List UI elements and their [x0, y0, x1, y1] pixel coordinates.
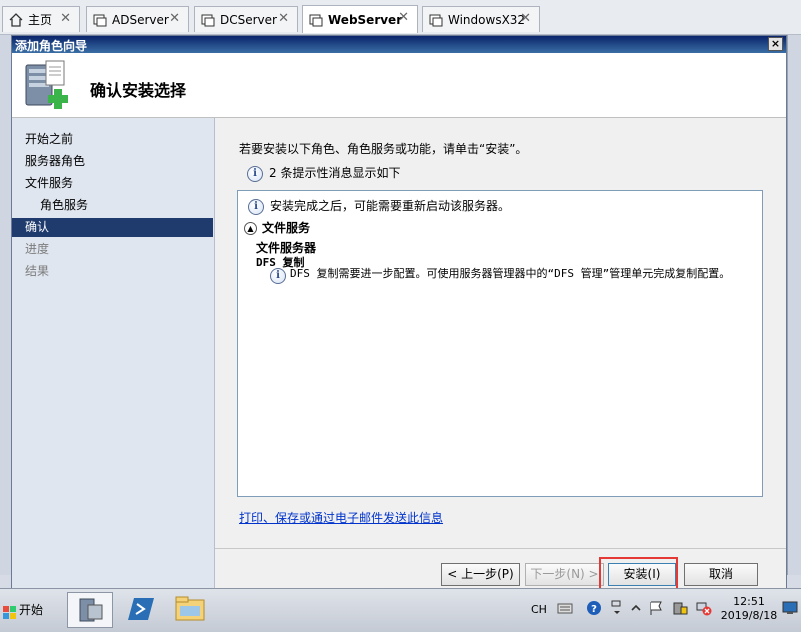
nav-step-before-you-begin[interactable]: 开始之前: [12, 130, 213, 149]
next-button: 下一步(N) >: [525, 563, 604, 586]
powershell-icon: [128, 598, 154, 620]
restart-note: i 安装完成之后，可能需要重新启动该服务器。: [248, 197, 510, 215]
close-button[interactable]: ×: [768, 37, 783, 51]
close-icon[interactable]: ✕: [398, 10, 409, 25]
help-icon[interactable]: ?: [586, 600, 602, 616]
taskbar: 开始 CH ? 12:51 2019/8/18: [0, 588, 801, 632]
server-add-icon: [24, 59, 72, 111]
page-title: 确认安装选择: [90, 81, 187, 100]
show-desktop-icon[interactable]: [782, 601, 798, 615]
clock-time: 12:51: [733, 595, 765, 608]
server-manager-icon: [79, 598, 103, 622]
wizard-content: 若要安装以下角色、角色服务或功能，请单击“安装”。 i2 条提示性消息显示如下 …: [215, 118, 786, 590]
nav-step-server-roles[interactable]: 服务器角色: [12, 152, 213, 171]
print-save-email-link[interactable]: 打印、保存或通过电子邮件发送此信息: [239, 509, 443, 526]
collapse-icon[interactable]: ▲: [244, 222, 257, 235]
install-button[interactable]: 安装(I): [608, 563, 676, 586]
wizard-header: 确认安装选择: [12, 53, 786, 118]
windows-logo-icon: [3, 604, 17, 619]
action-center-flag-icon[interactable]: [648, 600, 664, 616]
nav-step-role-services[interactable]: 角色服务: [12, 196, 213, 215]
tab-adserver[interactable]: ADServer ✕: [86, 6, 189, 32]
tab-label: ADServer: [112, 12, 169, 27]
clock-date: 2019/8/18: [720, 609, 778, 622]
restart-note-text: 安装完成之后，可能需要重新启动该服务器。: [270, 199, 511, 213]
wizard-button-row: < 上一步(P) 下一步(N) > 安装(I) 取消: [215, 548, 786, 590]
dialog-titlebar[interactable]: 添加角色向导 ×: [12, 36, 786, 53]
info-icon: i: [270, 268, 286, 284]
taskbar-powershell[interactable]: [118, 592, 164, 628]
close-icon[interactable]: ✕: [169, 11, 180, 26]
server-status-icon[interactable]: [672, 600, 688, 616]
network-disconnected-icon[interactable]: [696, 600, 712, 616]
info-icon: i: [248, 198, 264, 215]
tab-label: DCServer: [220, 12, 277, 27]
tab-webserver[interactable]: WebServer ✕: [302, 5, 418, 33]
warning-summary: i 2 条提示性消息显示如下: [247, 164, 400, 182]
close-icon[interactable]: ✕: [520, 11, 531, 26]
nav-step-confirmation[interactable]: 确认: [12, 218, 213, 237]
system-clock[interactable]: 12:51 2019/8/18: [718, 595, 780, 623]
tab-bar: 主页 ✕ ADServer ✕ DCServer ✕ WebServer ✕ W…: [0, 0, 801, 35]
nav-step-progress: 进度: [25, 242, 50, 256]
tab-label: WebServer: [328, 12, 403, 27]
section-title: 文件服务: [262, 221, 311, 235]
language-indicator[interactable]: CH: [531, 603, 547, 616]
options-menu-icon[interactable]: [609, 600, 625, 616]
vm-icon: [201, 13, 215, 27]
cancel-button[interactable]: 取消: [684, 563, 758, 586]
dialog-title: 添加角色向导: [15, 39, 88, 53]
tab-windowsx32[interactable]: WindowsX32 ✕: [422, 6, 540, 32]
selection-details-pane[interactable]: i 安装完成之后，可能需要重新启动该服务器。 ▲ 文件服务 文件服务器 DFS 复制…: [237, 190, 763, 497]
close-icon[interactable]: ✕: [60, 11, 71, 26]
start-label: 开始: [19, 603, 44, 617]
service-note-text: DFS 复制需要进一步配置。可使用服务器管理器中的“DFS 管理”管理单元完成复…: [290, 267, 731, 280]
vm-icon: [429, 13, 443, 27]
close-icon[interactable]: ✕: [278, 11, 289, 26]
svg-text:?: ?: [591, 604, 597, 615]
previous-button[interactable]: < 上一步(P): [441, 563, 520, 586]
background-window-scrollbar[interactable]: [787, 35, 801, 575]
warning-count-text: 2 条提示性消息显示如下: [269, 166, 401, 180]
taskbar-explorer[interactable]: [168, 592, 214, 628]
show-hidden-icons-icon[interactable]: [628, 600, 644, 616]
start-button[interactable]: 开始: [3, 598, 49, 622]
home-icon: [9, 12, 23, 27]
vm-icon: [309, 13, 323, 27]
section-header-file-services[interactable]: ▲ 文件服务: [244, 219, 310, 236]
nav-step-file-services[interactable]: 文件服务: [12, 174, 213, 193]
info-icon: i: [247, 165, 263, 182]
tab-label: 主页: [28, 13, 53, 27]
tab-label: WindowsX32: [448, 12, 526, 27]
folder-icon: [175, 596, 205, 621]
tab-dcserver[interactable]: DCServer ✕: [194, 6, 298, 32]
nav-step-results: 结果: [25, 264, 50, 278]
keyboard-icon[interactable]: [557, 600, 573, 616]
taskbar-server-manager[interactable]: [67, 592, 113, 628]
add-roles-wizard-dialog: 添加角色向导 × 确认安装选择 开始之前 服务器角色 文件服务 角色服务 确认 …: [11, 35, 787, 590]
tab-home[interactable]: 主页 ✕: [2, 6, 80, 32]
wizard-steps-nav: 开始之前 服务器角色 文件服务 角色服务 确认 进度 结果: [12, 118, 215, 588]
vm-icon: [93, 13, 107, 27]
intro-text: 若要安装以下角色、角色服务或功能，请单击“安装”。: [239, 142, 528, 156]
